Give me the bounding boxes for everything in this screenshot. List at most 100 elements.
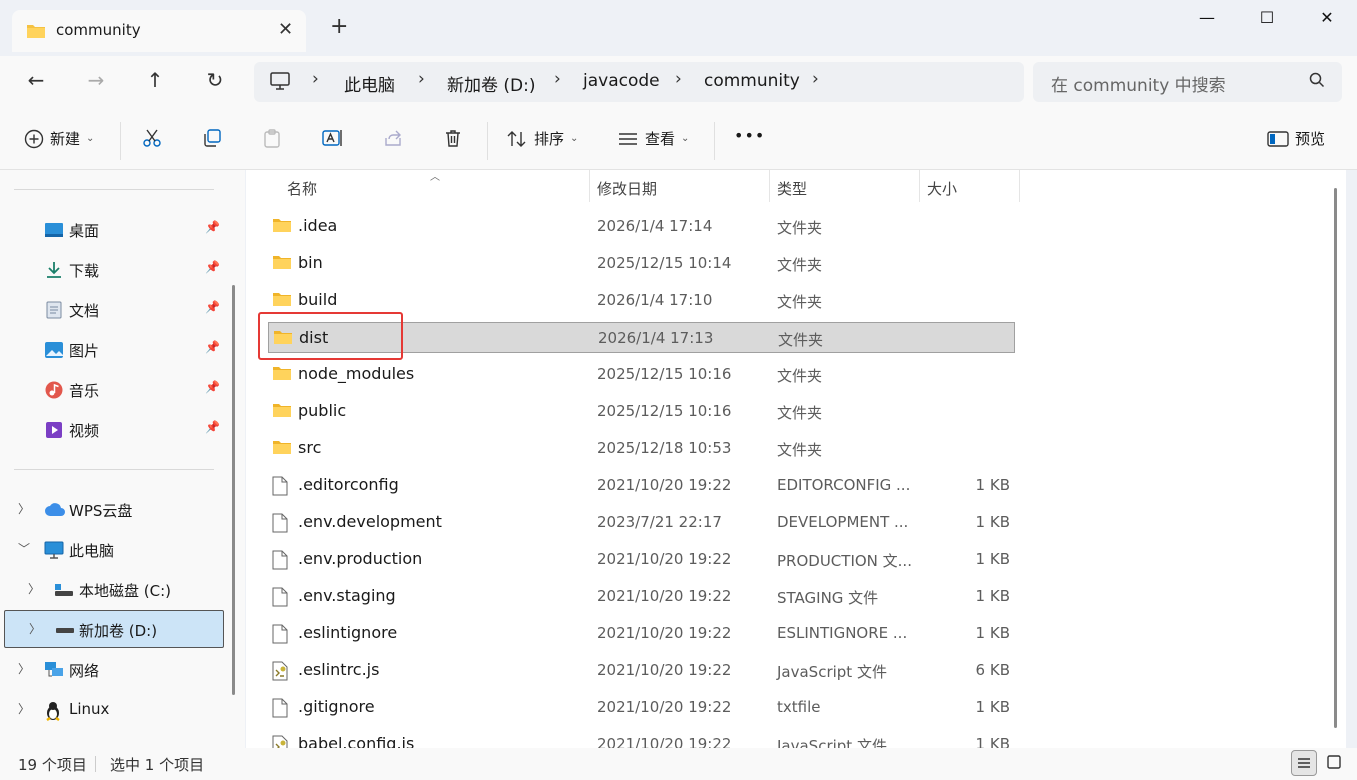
forward-button[interactable]: → bbox=[80, 68, 112, 96]
delete-button[interactable] bbox=[443, 128, 463, 148]
breadcrumb-chevron-icon[interactable]: › bbox=[554, 69, 561, 89]
sidebar-item-network[interactable]: 〉 网络 bbox=[0, 652, 230, 688]
chevron-down-icon: ⌄ bbox=[681, 133, 690, 144]
sidebar-item-music[interactable]: 音乐 📌 bbox=[0, 372, 230, 408]
divider bbox=[14, 189, 214, 190]
close-tab-icon[interactable]: ✕ bbox=[278, 19, 293, 40]
toolbar-divider bbox=[487, 122, 488, 160]
breadcrumb-chevron-icon[interactable]: › bbox=[312, 69, 319, 89]
sidebar-item-videos[interactable]: 视频 📌 bbox=[0, 412, 230, 448]
sidebar-item-drive-c[interactable]: 〉 本地磁盘 (C:) bbox=[0, 572, 230, 608]
breadcrumb-chevron-icon[interactable]: › bbox=[418, 69, 425, 89]
file-row[interactable]: babel.config.js 2021/10/20 19:22 JavaScrip… bbox=[268, 729, 1015, 748]
sidebar-item-this-pc[interactable]: ﹀ 此电脑 bbox=[0, 532, 230, 568]
breadcrumb-this-pc[interactable]: 此电脑 bbox=[344, 71, 395, 96]
file-row[interactable]: bin 2025/12/15 10:14 文件夹 bbox=[268, 248, 1015, 279]
breadcrumb-community[interactable]: community bbox=[704, 71, 800, 91]
column-header-size[interactable]: 大小 bbox=[927, 178, 957, 199]
file-type: 文件夹 bbox=[777, 404, 823, 422]
column-divider[interactable] bbox=[1019, 170, 1020, 202]
breadcrumb-drive-d[interactable]: 新加卷 (D:) bbox=[447, 71, 536, 96]
file-list-scrollbar[interactable] bbox=[1334, 188, 1337, 728]
chevron-right-icon[interactable]: 〉 bbox=[29, 620, 41, 637]
file-row[interactable]: .eslintignore 2021/10/20 19:22 ESLINTIGNOR… bbox=[268, 618, 1015, 649]
more-options-button[interactable]: ••• bbox=[734, 126, 765, 145]
chevron-right-icon[interactable]: 〉 bbox=[28, 580, 40, 597]
sidebar-scrollbar[interactable] bbox=[232, 285, 235, 695]
breadcrumb-chevron-icon[interactable]: › bbox=[812, 69, 819, 89]
view-button[interactable]: 查看 ⌄ bbox=[617, 128, 689, 149]
column-divider[interactable] bbox=[769, 170, 770, 202]
search-box[interactable]: 在 community 中搜索 bbox=[1033, 62, 1342, 102]
view-lines-icon bbox=[619, 132, 637, 145]
desktop-icon bbox=[44, 221, 64, 243]
sidebar-item-downloads[interactable]: 下载 📌 bbox=[0, 252, 230, 288]
chevron-down-icon[interactable]: ﹀ bbox=[18, 540, 30, 557]
new-tab-button[interactable]: + bbox=[330, 16, 348, 38]
file-size: 1 KB bbox=[975, 476, 1010, 494]
file-name: node_modules bbox=[298, 364, 415, 383]
column-header-name[interactable]: 名称 bbox=[287, 178, 317, 199]
chevron-right-icon[interactable]: 〉 bbox=[18, 500, 30, 517]
file-row[interactable]: .env.staging 2021/10/20 19:22 STAGING 文件 1 … bbox=[268, 581, 1015, 612]
chevron-right-icon[interactable]: 〉 bbox=[18, 660, 30, 677]
column-divider[interactable] bbox=[589, 170, 590, 202]
pin-icon[interactable]: 📌 bbox=[205, 220, 220, 234]
file-row[interactable]: .env.development 2023/7/21 22:17 DEVELOPME… bbox=[268, 507, 1015, 538]
sidebar-item-documents[interactable]: 文档 📌 bbox=[0, 292, 230, 328]
refresh-button[interactable]: ↻ bbox=[199, 68, 231, 96]
tiles-view-button[interactable] bbox=[1322, 750, 1348, 776]
share-button[interactable] bbox=[383, 128, 403, 148]
status-bar: 19 个项目 选中 1 个项目 bbox=[0, 748, 1357, 780]
details-view-button[interactable] bbox=[1291, 750, 1317, 776]
file-row[interactable]: .env.production 2021/10/20 19:22 PRODUCTIO… bbox=[268, 544, 1015, 575]
network-icon bbox=[44, 661, 64, 683]
close-window-button[interactable]: ✕ bbox=[1312, 8, 1342, 32]
sidebar-item-wps-cloud[interactable]: 〉 WPS云盘 bbox=[0, 492, 230, 528]
sidebar-item-label: 本地磁盘 (C:) bbox=[79, 582, 171, 600]
column-header-type[interactable]: 类型 bbox=[777, 178, 807, 199]
file-row[interactable]: public 2025/12/15 10:16 文件夹 bbox=[268, 396, 1015, 427]
preview-pane-button[interactable]: 预览 bbox=[1267, 128, 1325, 149]
breadcrumb-javacode[interactable]: javacode bbox=[583, 71, 660, 91]
address-bar[interactable]: › 此电脑 › 新加卷 (D:) › javacode › community … bbox=[254, 62, 1024, 102]
copy-button[interactable] bbox=[202, 128, 222, 148]
file-row[interactable]: .eslintrc.js 2021/10/20 19:22 JavaScript 文… bbox=[268, 655, 1015, 686]
file-name: .idea bbox=[298, 216, 338, 235]
pin-icon[interactable]: 📌 bbox=[205, 300, 220, 314]
file-row[interactable]: node_modules 2025/12/15 10:16 文件夹 bbox=[268, 359, 1015, 390]
pin-icon[interactable]: 📌 bbox=[205, 420, 220, 434]
file-size: 1 KB bbox=[975, 624, 1010, 642]
sidebar-item-linux[interactable]: 〉 Linux bbox=[0, 692, 230, 728]
folder-icon bbox=[272, 217, 292, 237]
pin-icon[interactable]: 📌 bbox=[205, 260, 220, 274]
pin-icon[interactable]: 📌 bbox=[205, 340, 220, 354]
minimize-button[interactable]: — bbox=[1192, 8, 1222, 32]
chevron-right-icon[interactable]: 〉 bbox=[18, 700, 30, 717]
maximize-button[interactable]: ☐ bbox=[1252, 8, 1282, 32]
cut-button[interactable] bbox=[142, 128, 162, 148]
file-row[interactable]: src 2025/12/18 10:53 文件夹 bbox=[268, 433, 1015, 464]
search-input[interactable]: 在 community 中搜索 bbox=[1051, 71, 1226, 96]
file-row[interactable]: .gitignore 2021/10/20 19:22 txtfile 1 KB bbox=[268, 692, 1015, 723]
new-button[interactable]: 新建 ⌄ bbox=[24, 128, 94, 149]
sidebar-item-drive-d[interactable]: 〉 新加卷 (D:) bbox=[4, 610, 224, 648]
tab-community[interactable]: community ✕ bbox=[12, 10, 306, 52]
folder-icon bbox=[272, 291, 292, 311]
file-name: .env.development bbox=[298, 512, 442, 531]
paste-button[interactable] bbox=[262, 128, 282, 148]
sidebar-item-pictures[interactable]: 图片 📌 bbox=[0, 332, 230, 368]
rename-button[interactable] bbox=[322, 128, 344, 148]
pin-icon[interactable]: 📌 bbox=[205, 380, 220, 394]
computer-icon bbox=[44, 541, 64, 563]
file-row[interactable]: .idea 2026/1/4 17:14 文件夹 bbox=[268, 211, 1015, 242]
breadcrumb-chevron-icon[interactable]: › bbox=[675, 69, 682, 89]
column-divider[interactable] bbox=[919, 170, 920, 202]
sidebar-item-desktop[interactable]: 桌面 📌 bbox=[0, 212, 230, 248]
back-button[interactable]: ← bbox=[20, 68, 52, 96]
up-button[interactable]: ↑ bbox=[139, 68, 171, 96]
divider bbox=[14, 469, 214, 470]
file-row[interactable]: .editorconfig 2021/10/20 19:22 EDITORCONFI… bbox=[268, 470, 1015, 501]
sort-button[interactable]: 排序 ⌄ bbox=[506, 128, 578, 149]
column-header-date[interactable]: 修改日期 bbox=[597, 178, 657, 199]
